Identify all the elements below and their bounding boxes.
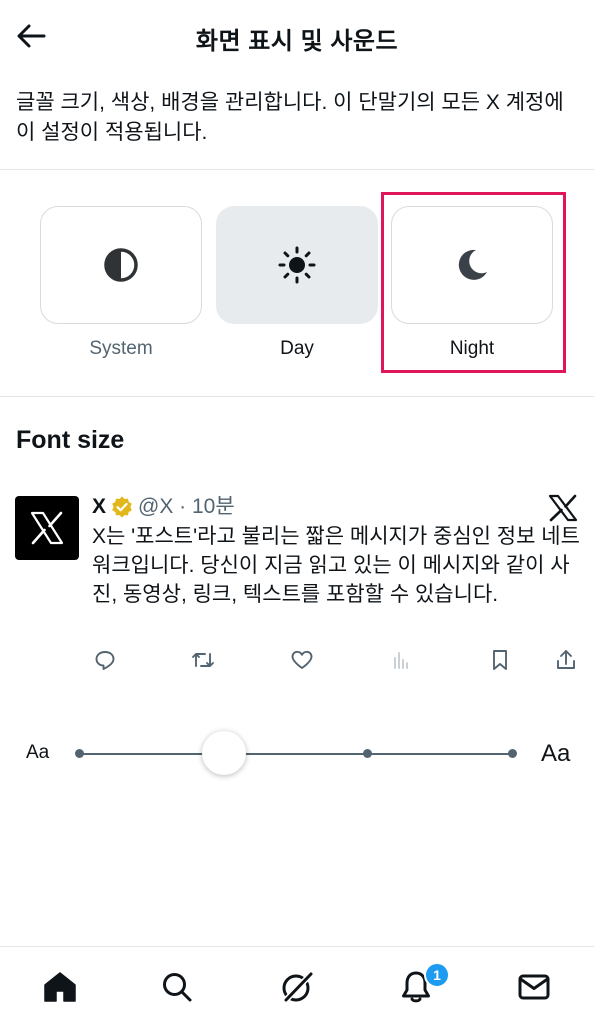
moon-icon [458,249,487,280]
theme-day-label: Day [280,338,314,359]
x-brand-icon [548,494,578,522]
settings-description: 글꼴 크기, 색상, 배경을 관리합니다. 이 단말기의 모든 X 계정에 이 … [16,91,564,144]
theme-night-label: Night [449,338,495,359]
slider-step[interactable] [508,749,517,758]
bottom-tab-bar [0,946,594,1025]
post-author-name: X [92,495,107,518]
post-handle-time: @X · 10분 [138,495,235,518]
theme-system-card[interactable] [40,206,202,324]
home-icon [44,972,76,1002]
tab-messages[interactable] [514,967,554,1007]
font-size-large-label: Aa [541,740,571,767]
tab-grok[interactable] [277,967,317,1007]
font-size-small-label: Aa [26,742,50,763]
post-text: X는 '포스트'라고 불리는 짧은 메시지가 중심인 정보 네트워크입니다. 당… [92,525,580,606]
repost-button[interactable] [191,648,215,672]
post-header: X @X · 10분 [92,494,235,520]
views-button[interactable] [389,648,413,672]
bookmark-button[interactable] [488,648,512,672]
heart-icon [291,650,313,669]
font-size-slider-track[interactable] [78,753,514,755]
analytics-icon [394,652,408,669]
tab-home[interactable] [40,967,80,1007]
font-size-slider-thumb[interactable] [202,731,246,775]
page-title: 화면 표시 및 사운드 [195,28,399,55]
mail-icon [518,974,550,1000]
reply-icon [95,651,115,670]
slider-step[interactable] [363,749,372,758]
reply-button[interactable] [93,648,117,672]
x-logo-icon [30,511,64,545]
divider [0,396,594,397]
half-circle-icon [104,248,138,282]
sun-icon [278,246,316,284]
divider [0,169,594,170]
theme-day-card[interactable] [216,206,378,324]
font-size-heading: Font size [16,426,125,454]
share-icon [557,650,575,669]
theme-night-card[interactable] [391,206,553,324]
like-button[interactable] [290,648,314,672]
notification-badge: 1 [424,962,450,988]
theme-system-label: System [89,338,153,359]
tab-search[interactable] [157,967,197,1007]
slider-step[interactable] [75,749,84,758]
search-icon [163,973,192,1002]
avatar [15,496,79,560]
share-button[interactable] [554,648,578,672]
repost-icon [192,653,214,667]
grok-icon [282,971,314,1004]
verified-badge-icon [112,496,132,518]
bookmark-icon [493,650,507,670]
top-bar: 화면 표시 및 사운드 [0,0,594,72]
